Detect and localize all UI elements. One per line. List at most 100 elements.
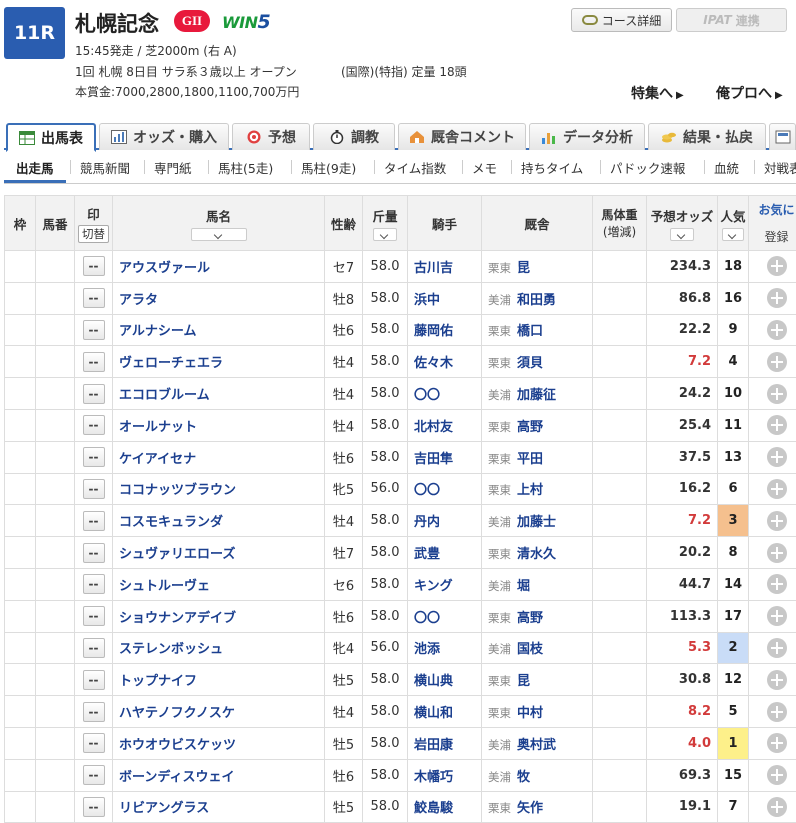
jockey-link[interactable]: 佐々木 bbox=[407, 345, 482, 379]
subtab-best-time[interactable]: 持ちタイム bbox=[521, 158, 583, 177]
subtab-matchup[interactable]: 対戦表 bbox=[764, 158, 796, 177]
mark-button[interactable]: -- bbox=[82, 415, 105, 436]
add-favorite-icon[interactable] bbox=[766, 796, 787, 817]
col-pop[interactable]: 人気 bbox=[717, 195, 749, 251]
mark-button[interactable]: -- bbox=[82, 669, 105, 690]
mark-button[interactable]: -- bbox=[82, 637, 105, 658]
tab-more[interactable] bbox=[769, 123, 796, 150]
horse-name-link[interactable]: オールナット bbox=[112, 408, 325, 442]
mark-button[interactable]: -- bbox=[82, 447, 105, 468]
trainer-link[interactable]: 堀 bbox=[517, 579, 530, 594]
trainer-link[interactable]: 和田勇 bbox=[517, 293, 556, 308]
add-favorite-icon[interactable] bbox=[766, 351, 787, 372]
subtab-paddock[interactable]: パドック速報 bbox=[610, 158, 685, 177]
add-favorite-icon[interactable] bbox=[766, 765, 787, 786]
jockey-link[interactable]: 藤岡佑 bbox=[407, 313, 482, 347]
col-name[interactable]: 馬名 bbox=[112, 195, 325, 251]
special-feature-link[interactable]: 特集へ ▶ bbox=[631, 83, 684, 103]
tab-stable-comment[interactable]: 厩舎コメント bbox=[398, 123, 526, 150]
add-favorite-icon[interactable] bbox=[766, 288, 787, 309]
subtab-special-paper[interactable]: 専門紙 bbox=[154, 158, 192, 177]
horse-name-link[interactable]: ステレンボッシュ bbox=[112, 631, 325, 665]
horse-name-link[interactable]: リビアングラス bbox=[112, 790, 325, 823]
trainer-link[interactable]: 矢作 bbox=[517, 801, 543, 816]
trainer-link[interactable]: 高野 bbox=[517, 420, 543, 435]
horse-name-link[interactable]: ショウナンアデイブ bbox=[112, 599, 325, 633]
pro-link[interactable]: 俺プロへ ▶ bbox=[716, 83, 783, 103]
jockey-link[interactable]: 北村友 bbox=[407, 408, 482, 442]
mark-button[interactable]: -- bbox=[82, 478, 105, 499]
jockey-link[interactable]: 古川吉 bbox=[407, 250, 482, 283]
horse-name-link[interactable]: シュトルーヴェ bbox=[112, 567, 325, 601]
jockey-link[interactable]: 〇〇 bbox=[407, 377, 482, 410]
add-favorite-icon[interactable] bbox=[766, 637, 787, 658]
mark-button[interactable]: -- bbox=[82, 383, 105, 404]
add-favorite-icon[interactable] bbox=[766, 733, 787, 754]
add-favorite-icon[interactable] bbox=[766, 542, 787, 563]
add-favorite-icon[interactable] bbox=[766, 574, 787, 595]
subtab-memo[interactable]: メモ bbox=[472, 158, 497, 177]
subtab-pedigree[interactable]: 血統 bbox=[714, 158, 739, 177]
jockey-link[interactable]: 横山和 bbox=[407, 695, 482, 728]
tab-prediction[interactable]: 予想 bbox=[232, 123, 310, 150]
course-detail-button[interactable]: コース詳細 bbox=[571, 8, 672, 32]
jockey-link[interactable]: 鮫島駿 bbox=[407, 790, 482, 823]
add-favorite-icon[interactable] bbox=[766, 256, 787, 277]
trainer-link[interactable]: 中村 bbox=[517, 706, 543, 721]
tab-training[interactable]: 調教 bbox=[313, 123, 395, 150]
trainer-link[interactable]: 加藤士 bbox=[517, 515, 556, 530]
trainer-link[interactable]: 奥村武 bbox=[517, 738, 556, 753]
add-favorite-icon[interactable] bbox=[766, 319, 787, 340]
add-favorite-icon[interactable] bbox=[766, 606, 787, 627]
subtab-time-index[interactable]: タイム指数 bbox=[384, 158, 446, 177]
horse-name-link[interactable]: ホウオウビスケッツ bbox=[112, 726, 325, 760]
subtab-past9[interactable]: 馬柱(9走) bbox=[301, 158, 356, 177]
add-favorite-icon[interactable] bbox=[766, 510, 787, 531]
jockey-link[interactable]: 吉田隼 bbox=[407, 440, 482, 474]
chevron-down-icon[interactable] bbox=[373, 227, 397, 241]
add-favorite-icon[interactable] bbox=[766, 701, 787, 722]
add-favorite-icon[interactable] bbox=[766, 415, 787, 436]
trainer-link[interactable]: 須貝 bbox=[517, 356, 543, 371]
mark-toggle-button[interactable]: 切替 bbox=[78, 224, 109, 243]
subtab-entries[interactable]: 出走馬 bbox=[16, 158, 54, 177]
tab-results[interactable]: 結果・払戻 bbox=[648, 123, 766, 150]
subtab-past5[interactable]: 馬柱(5走) bbox=[218, 158, 273, 177]
mark-button[interactable]: -- bbox=[82, 351, 105, 372]
col-odds[interactable]: 予想オッズ bbox=[646, 195, 718, 251]
jockey-link[interactable]: 〇〇 bbox=[407, 472, 482, 506]
add-favorite-icon[interactable] bbox=[766, 447, 787, 468]
jockey-link[interactable]: 丹内 bbox=[407, 504, 482, 538]
chevron-down-icon[interactable] bbox=[670, 227, 694, 241]
chevron-down-icon[interactable] bbox=[190, 227, 247, 241]
col-weight[interactable]: 斤量 bbox=[362, 195, 408, 251]
jockey-link[interactable]: 浜中 bbox=[407, 281, 482, 315]
ipat-link-button[interactable]: IPAT 連携 bbox=[676, 8, 787, 32]
jockey-link[interactable]: 〇〇 bbox=[407, 599, 482, 633]
mark-button[interactable]: -- bbox=[82, 606, 105, 627]
mark-button[interactable]: -- bbox=[82, 288, 105, 309]
mark-button[interactable]: -- bbox=[82, 796, 105, 817]
horse-name-link[interactable]: トップナイフ bbox=[112, 663, 325, 697]
trainer-link[interactable]: 牧 bbox=[517, 770, 530, 785]
add-favorite-icon[interactable] bbox=[766, 383, 787, 404]
trainer-link[interactable]: 上村 bbox=[517, 483, 543, 498]
jockey-link[interactable]: 武豊 bbox=[407, 536, 482, 569]
trainer-link[interactable]: 橋口 bbox=[517, 324, 543, 339]
jockey-link[interactable]: 池添 bbox=[407, 631, 482, 665]
mark-button[interactable]: -- bbox=[82, 542, 105, 563]
tab-odds[interactable]: オッズ・購入 bbox=[99, 123, 229, 150]
trainer-link[interactable]: 平田 bbox=[517, 452, 543, 467]
mark-button[interactable]: -- bbox=[82, 765, 105, 786]
mark-button[interactable]: -- bbox=[82, 319, 105, 340]
tab-entries[interactable]: 出馬表 bbox=[6, 123, 96, 152]
horse-name-link[interactable]: ケイアイセナ bbox=[112, 440, 325, 474]
horse-name-link[interactable]: ハヤテノフクノスケ bbox=[112, 695, 325, 728]
trainer-link[interactable]: 昆 bbox=[517, 261, 530, 276]
trainer-link[interactable]: 高野 bbox=[517, 611, 543, 626]
horse-name-link[interactable]: シュヴァリエローズ bbox=[112, 536, 325, 569]
jockey-link[interactable]: 横山典 bbox=[407, 663, 482, 697]
horse-name-link[interactable]: コスモキュランダ bbox=[112, 504, 325, 538]
mark-button[interactable]: -- bbox=[82, 701, 105, 722]
trainer-link[interactable]: 清水久 bbox=[517, 547, 556, 562]
